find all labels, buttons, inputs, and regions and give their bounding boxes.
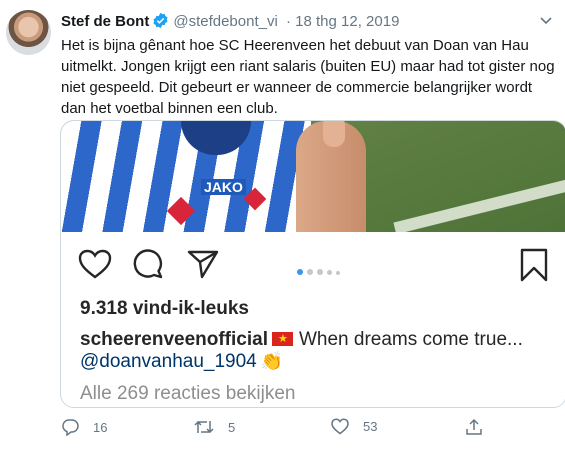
- chevron-down-icon[interactable]: [539, 13, 553, 32]
- tweet-date[interactable]: · 18 thg 12, 2019: [286, 13, 399, 30]
- tweet-header: Stef de Bont @stefdebont_vi · 18 thg 12, …: [61, 12, 399, 33]
- reply-icon: [62, 419, 79, 436]
- carousel-dot: [317, 269, 323, 275]
- author-avatar[interactable]: [6, 10, 51, 55]
- author-name[interactable]: Stef de Bont: [61, 13, 149, 30]
- post-caption: scheerenveenofficial ★ When dreams come tr…: [80, 329, 523, 351]
- retweet-button[interactable]: 5: [194, 418, 235, 436]
- heart-icon: [331, 418, 349, 435]
- view-comments-link[interactable]: Alle 269 reacties bekijken: [80, 383, 295, 405]
- like-count: 53: [363, 419, 378, 434]
- caption-mention[interactable]: @doanvanhau_1904 👏: [80, 351, 283, 373]
- caption-username[interactable]: scheerenveenofficial: [80, 329, 268, 350]
- shirt-sponsor-text: JAKO: [201, 179, 246, 195]
- tweet-text: Het is bijna gênant hoe SC Heerenveen he…: [61, 37, 555, 117]
- author-handle[interactable]: @stefdebont_vi: [173, 13, 277, 30]
- carousel-dot: [327, 270, 332, 275]
- vietnam-flag-icon: ★: [271, 332, 293, 346]
- share-icon: [466, 418, 482, 435]
- carousel-dot: [307, 269, 313, 275]
- verified-badge-icon: [152, 12, 169, 33]
- instagram-embed-card[interactable]: JAKO 9.318 vind-ik-leuks scheerenveenoff…: [60, 120, 565, 408]
- like-button[interactable]: 53: [331, 418, 377, 435]
- share-button[interactable]: [465, 418, 497, 436]
- comment-bubble-icon[interactable]: [132, 248, 164, 285]
- carousel-indicator: [297, 262, 344, 280]
- embed-photo[interactable]: JAKO: [61, 121, 565, 232]
- clapping-hands-icon: 👏: [260, 351, 284, 371]
- reply-count: 16: [93, 419, 108, 435]
- carousel-dot: [297, 269, 303, 275]
- reply-button[interactable]: 16: [61, 418, 107, 436]
- like-heart-icon[interactable]: [78, 249, 112, 284]
- retweet-count: 5: [228, 419, 236, 435]
- caption-text: When dreams come true...: [298, 329, 523, 350]
- carousel-dot: [336, 271, 340, 275]
- bookmark-icon[interactable]: [519, 248, 549, 287]
- likes-count[interactable]: 9.318 vind-ik-leuks: [80, 298, 249, 320]
- share-send-icon[interactable]: [187, 248, 219, 285]
- mention-link[interactable]: @doanvanhau_1904: [80, 351, 257, 372]
- retweet-icon: [194, 420, 214, 434]
